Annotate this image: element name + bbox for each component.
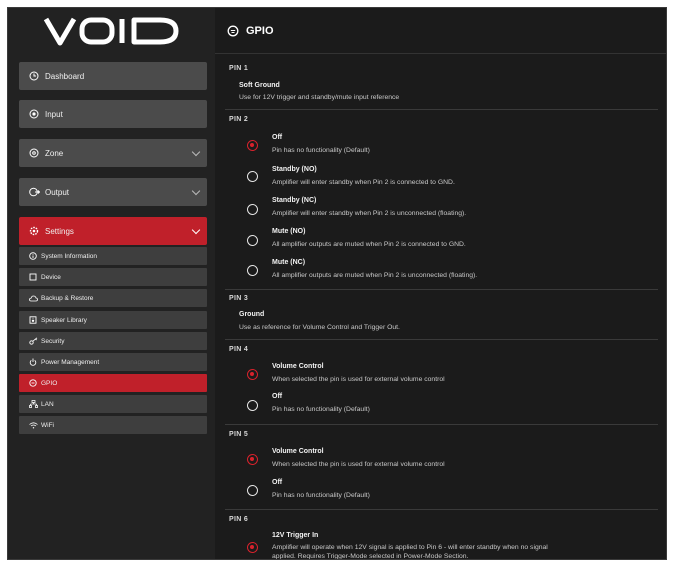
pin2-radio-mute-nc[interactable] xyxy=(247,265,258,276)
pin6-radio-12v-trigger-in[interactable] xyxy=(247,542,258,553)
device-icon xyxy=(28,272,38,282)
pin4-radio-off[interactable] xyxy=(247,400,258,411)
pin2-radio-standby-no[interactable] xyxy=(247,171,258,182)
void-logo-mark xyxy=(43,17,178,46)
speaker-icon xyxy=(28,315,38,325)
divider xyxy=(225,509,658,510)
app-window: Dashboard Input Zone Output Settings Sys… xyxy=(7,7,667,560)
pin2-option-desc: Amplifier will enter standby when Pin 2 … xyxy=(272,210,467,217)
pin2-option-desc: Amplifier will enter standby when Pin 2 … xyxy=(272,179,455,186)
info-icon xyxy=(28,251,38,261)
pin1-label: PIN 1 xyxy=(229,65,249,72)
pin5-label: PIN 5 xyxy=(229,431,249,438)
sidebar-item-zone[interactable]: Zone xyxy=(19,139,207,167)
sidebar-item-output[interactable]: Output xyxy=(19,178,207,206)
clock-icon xyxy=(28,70,40,82)
submenu-item-label: Power Management xyxy=(41,358,100,366)
submenu-item-label: Security xyxy=(41,337,65,345)
pin5-option-desc: When selected the pin is used for extern… xyxy=(272,461,445,468)
page-header: GPIO xyxy=(215,8,666,54)
submenu-item-wifi[interactable]: WiFi xyxy=(19,416,207,434)
sidebar-item-settings[interactable]: Settings xyxy=(19,217,207,245)
submenu-item-label: Backup & Restore xyxy=(41,294,94,302)
pin2-option-desc: All amplifier outputs are muted when Pin… xyxy=(272,241,466,248)
pin2-radio-standby-nc[interactable] xyxy=(247,204,258,215)
submenu-item-label: LAN xyxy=(41,400,54,408)
pin4-option-desc: When selected the pin is used for extern… xyxy=(272,376,445,383)
pin4-label: PIN 4 xyxy=(229,346,249,353)
pin2-option-desc: Pin has no functionality (Default) xyxy=(272,147,370,154)
submenu-item-gpio[interactable]: GPIO xyxy=(19,374,207,392)
pin4-option-desc: Pin has no functionality (Default) xyxy=(272,406,370,413)
submenu-item-label: System Information xyxy=(41,252,97,260)
pin2-option-title: Mute (NO) xyxy=(272,228,306,235)
pin5-radio-volume-control[interactable] xyxy=(247,454,258,465)
submenu-item-device[interactable]: Device xyxy=(19,268,207,286)
submenu-item-lan[interactable]: LAN xyxy=(19,395,207,413)
key-icon xyxy=(28,336,38,346)
pin4-option-title: Off xyxy=(272,393,283,400)
pin2-option-title: Standby (NC) xyxy=(272,197,317,204)
chevron-down-icon xyxy=(191,225,201,235)
submenu-item-label: GPIO xyxy=(41,379,58,387)
page-title: GPIO xyxy=(246,24,274,37)
submenu-item-backup-restore[interactable]: Backup & Restore xyxy=(19,289,207,307)
pin2-radio-mute-no[interactable] xyxy=(247,235,258,246)
sidebar-item-label: Zone xyxy=(45,148,64,158)
void-logo xyxy=(8,8,215,54)
submenu-item-label: Speaker Library xyxy=(41,316,87,324)
divider xyxy=(225,109,658,110)
submenu-item-label: Device xyxy=(41,273,61,281)
pin4-option-title: Volume Control xyxy=(272,363,324,370)
pin5-option-desc: Pin has no functionality (Default) xyxy=(272,492,370,499)
chevron-down-icon xyxy=(191,186,201,196)
sidebar-item-label: Settings xyxy=(45,226,74,236)
submenu-item-system-information[interactable]: System Information xyxy=(19,247,207,265)
pin5-option-title: Off xyxy=(272,479,283,486)
submenu-item-label: WiFi xyxy=(41,421,54,429)
pin2-radio-off[interactable] xyxy=(247,140,258,151)
wifi-icon xyxy=(28,420,38,430)
submenu-item-speaker-library[interactable]: Speaker Library xyxy=(19,311,207,329)
gpio-icon xyxy=(28,378,38,388)
pin6-option-desc-line2: applied. Requires Trigger-Mode selected … xyxy=(272,553,469,560)
sidebar-item-label: Output xyxy=(45,187,70,197)
pin5-radio-off[interactable] xyxy=(247,485,258,496)
pin6-option-title: 12V Trigger In xyxy=(272,532,319,539)
target-icon xyxy=(28,108,40,120)
divider xyxy=(225,289,658,290)
sidebar-item-dashboard[interactable]: Dashboard xyxy=(19,62,207,90)
pin3-desc: Use as reference for Volume Control and … xyxy=(239,324,400,331)
sidebar-item-label: Dashboard xyxy=(45,71,85,81)
sidebar: Dashboard Input Zone Output Settings Sys… xyxy=(8,8,215,559)
gear-icon xyxy=(28,225,40,237)
sidebar-item-input[interactable]: Input xyxy=(19,100,207,128)
pin2-option-title: Standby (NO) xyxy=(272,166,317,173)
pin1-title: Soft Ground xyxy=(239,82,280,89)
output-icon xyxy=(28,186,40,198)
chevron-down-icon xyxy=(191,147,201,157)
sidebar-item-label: Input xyxy=(45,109,63,119)
pin2-option-title: Off xyxy=(272,134,283,141)
cloud-icon xyxy=(28,293,38,303)
pin3-title: Ground xyxy=(239,311,265,318)
pin2-option-title: Mute (NC) xyxy=(272,259,306,266)
pin6-option-desc: Amplifier will operate when 12V signal i… xyxy=(272,544,548,551)
pin1-desc: Use for 12V trigger and standby/mute inp… xyxy=(239,94,400,101)
lan-icon xyxy=(28,399,38,409)
power-icon xyxy=(28,357,38,367)
divider xyxy=(225,424,658,425)
pin2-label: PIN 2 xyxy=(229,116,249,123)
divider xyxy=(225,339,658,340)
disc-icon xyxy=(28,147,40,159)
pin6-label: PIN 6 xyxy=(229,516,249,523)
pin5-option-title: Volume Control xyxy=(272,448,324,455)
gpio-icon xyxy=(227,25,239,37)
pin2-option-desc: All amplifier outputs are muted when Pin… xyxy=(272,272,478,279)
submenu-item-security[interactable]: Security xyxy=(19,332,207,350)
pin4-radio-volume-control[interactable] xyxy=(247,369,258,380)
submenu-item-power-management[interactable]: Power Management xyxy=(19,353,207,371)
main-panel: GPIO PIN 1 Soft Ground Use for 12V trigg… xyxy=(215,8,666,559)
pin3-label: PIN 3 xyxy=(229,295,249,302)
